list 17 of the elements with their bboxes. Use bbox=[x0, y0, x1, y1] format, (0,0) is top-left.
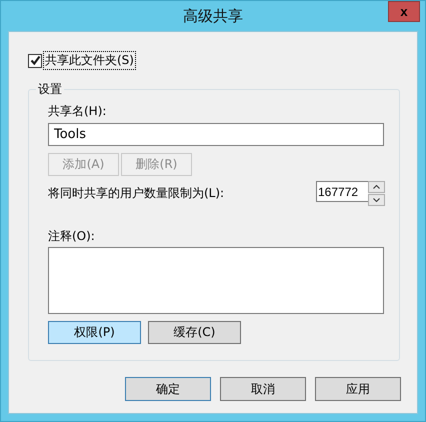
checkbox[interactable] bbox=[28, 54, 42, 68]
field-label: 共享名(H): bbox=[48, 104, 108, 118]
dialog-button[interactable]: 确定 bbox=[125, 377, 211, 401]
action-button[interactable]: 权限(P) bbox=[48, 321, 141, 344]
comment-field[interactable] bbox=[48, 247, 384, 314]
window-title: 高级共享 bbox=[183, 6, 243, 26]
field-label: 注释(O): bbox=[48, 229, 96, 243]
dialog-button[interactable]: 应用 bbox=[315, 377, 401, 401]
dialog-button[interactable]: 取消 bbox=[220, 377, 306, 401]
field-label: 将同时共享的用户数量限制为(L): bbox=[48, 186, 224, 200]
action-button[interactable]: 缓存(C) bbox=[148, 321, 241, 344]
user-limit-field[interactable]: 167772 bbox=[316, 181, 368, 202]
spin-up-icon[interactable] bbox=[368, 181, 385, 193]
spin-down-icon[interactable] bbox=[368, 194, 385, 206]
checkbox-label[interactable]: 共享此文件夹(S) bbox=[44, 52, 135, 69]
close-button[interactable]: x bbox=[388, 1, 420, 22]
share-name-field[interactable]: Tools bbox=[48, 123, 384, 146]
